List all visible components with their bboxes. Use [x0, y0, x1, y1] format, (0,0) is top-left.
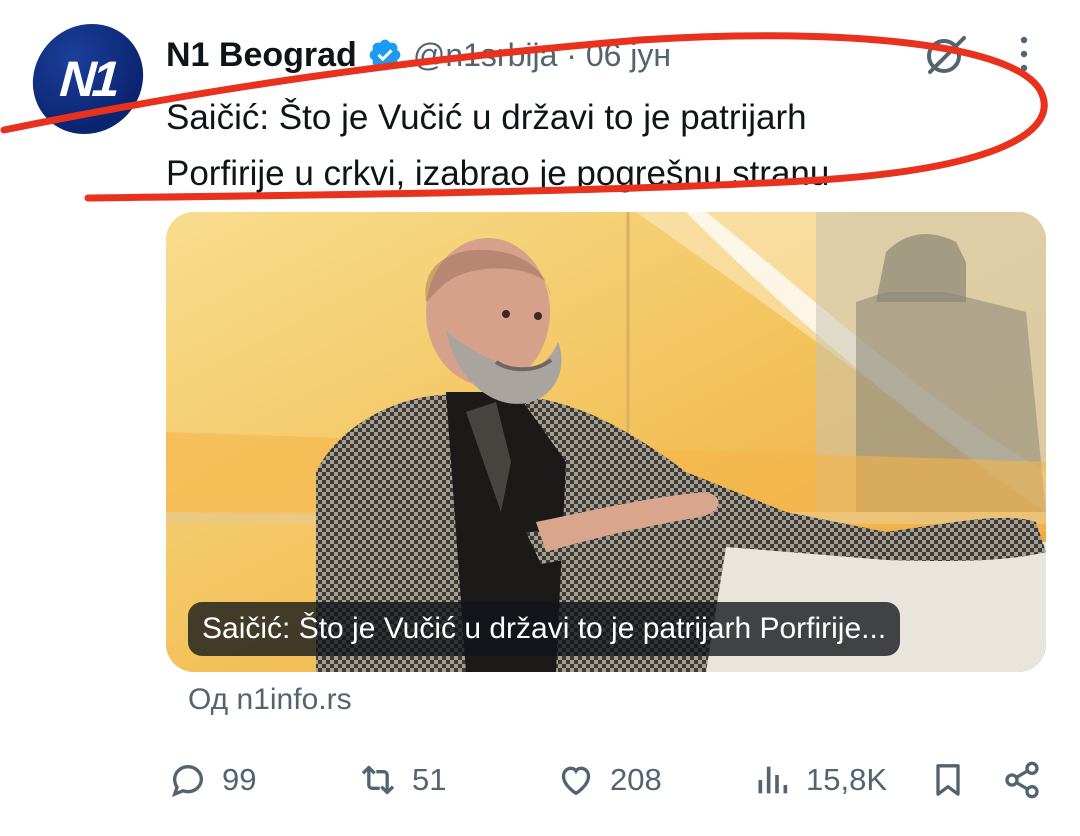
- bookmark-button[interactable]: [928, 750, 968, 810]
- reply-button[interactable]: 99: [168, 750, 256, 810]
- reply-count: 99: [222, 762, 257, 797]
- bookmark-icon: [936, 764, 960, 796]
- like-button[interactable]: 208: [556, 750, 662, 810]
- author-name[interactable]: N1 Beograd: [166, 36, 357, 75]
- tweet-header: N1 Beograd @n1srbija · 06 јун: [166, 30, 671, 80]
- avatar-logo-text: N1: [58, 51, 118, 107]
- share-icon: [1005, 761, 1039, 799]
- avatar[interactable]: N1: [29, 24, 147, 134]
- views-button[interactable]: 15,8K: [752, 750, 887, 810]
- share-button[interactable]: [1002, 750, 1042, 810]
- link-card[interactable]: Saičić: Što je Vučić u državi to je patr…: [166, 212, 1046, 672]
- tweet-actions: 99 51 208 15,8K: [166, 750, 1046, 810]
- like-icon: [561, 766, 591, 796]
- reply-icon: [171, 764, 204, 798]
- repost-icon: [361, 765, 395, 795]
- tweet-text-line: Porfirije u crkvi, izabrao je pogrešnu s…: [166, 154, 830, 193]
- repost-count: 51: [412, 762, 447, 797]
- card-caption: Saičić: Što je Vučić u državi to je patr…: [188, 602, 901, 656]
- card-source[interactable]: Од n1info.rs: [188, 683, 352, 717]
- like-count: 208: [610, 762, 662, 797]
- more-icon[interactable]: [1014, 34, 1034, 74]
- repost-button[interactable]: 51: [358, 750, 446, 810]
- tweet-text: Saičić: Što je Vučić u državi to je patr…: [166, 90, 1026, 202]
- author-handle-date[interactable]: @n1srbija · 06 јун: [413, 37, 671, 74]
- grok-icon[interactable]: [922, 30, 970, 78]
- verified-badge-icon: [369, 39, 401, 71]
- views-icon: [758, 766, 788, 794]
- tweet-text-line: Saičić: Što je Vučić u državi to je patr…: [166, 98, 807, 137]
- views-count: 15,8K: [806, 762, 888, 797]
